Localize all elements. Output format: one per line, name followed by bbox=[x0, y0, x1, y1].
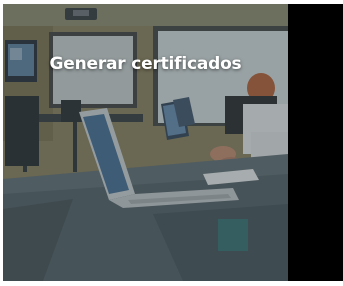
computer-lab-photo bbox=[3, 4, 288, 281]
page: Generar certificados bbox=[0, 0, 343, 286]
generar-certificados-tile[interactable]: Generar certificados bbox=[3, 4, 288, 281]
tile-caption: Generar certificados bbox=[49, 54, 242, 74]
dark-side-panel bbox=[288, 4, 343, 281]
